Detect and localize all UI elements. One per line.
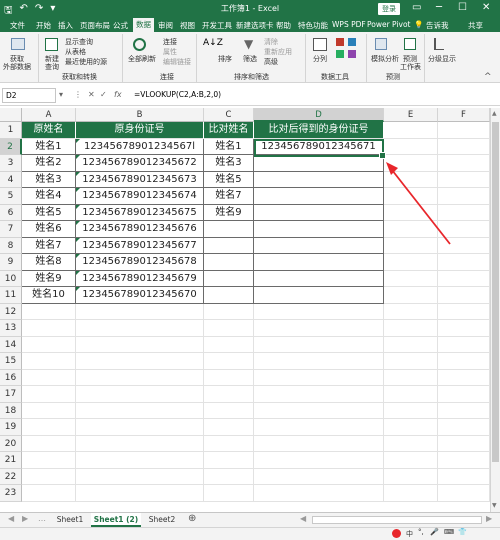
- vertical-scrollbar[interactable]: ▲ ▼: [490, 108, 500, 512]
- sheet-tab-sheet1-2[interactable]: Sheet1 (2): [91, 513, 141, 527]
- punctuation-icon[interactable]: °,: [418, 528, 424, 536]
- ime-chinese-icon[interactable]: 中: [406, 529, 413, 539]
- next-sheet-icon[interactable]: ▶: [22, 514, 28, 523]
- hscroll-right-icon[interactable]: ▶: [486, 514, 492, 523]
- prev-sheet-icon[interactable]: ◀: [8, 514, 14, 523]
- scroll-thumb[interactable]: [492, 122, 499, 462]
- sheet-tab-sheet1[interactable]: Sheet1: [50, 513, 90, 527]
- scroll-up-icon[interactable]: ▲: [492, 110, 497, 117]
- sogou-icon[interactable]: [392, 529, 401, 538]
- sheet-tab-bar: ◀ ▶ … Sheet1 Sheet1 (2) Sheet2 ⊕ ◀ ▶: [0, 512, 500, 527]
- add-sheet-icon[interactable]: ⊕: [188, 513, 196, 524]
- hscroll-left-icon[interactable]: ◀: [300, 514, 306, 523]
- more-sheets-icon[interactable]: …: [38, 514, 46, 523]
- horizontal-scrollbar[interactable]: [312, 516, 482, 524]
- scroll-down-icon[interactable]: ▼: [492, 502, 497, 509]
- sheet-tab-sheet2[interactable]: Sheet2: [142, 513, 182, 527]
- annotation-arrow: [386, 162, 451, 245]
- microphone-icon[interactable]: 🎤: [430, 528, 439, 536]
- keyboard-icon[interactable]: ⌨: [444, 528, 454, 536]
- skin-icon[interactable]: 👕: [458, 528, 467, 536]
- status-bar: 中 °, 🎤 ⌨ 👕: [0, 527, 500, 540]
